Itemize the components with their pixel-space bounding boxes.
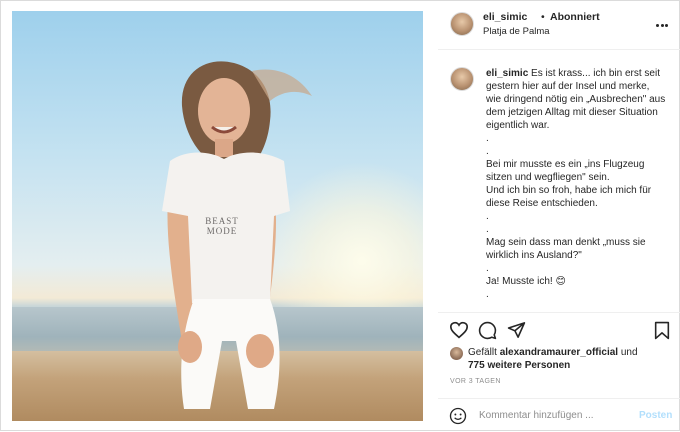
- shirt-print: BEAST MODE: [205, 216, 239, 236]
- caption-section: eli_simic Es ist krass... ich bin erst s…: [438, 50, 680, 312]
- bookmark-icon[interactable]: [654, 321, 670, 340]
- instagram-post: BEAST MODE eli_simic • Abonniert Platja …: [0, 0, 680, 431]
- caption-line: .: [486, 211, 489, 222]
- liker-avatar[interactable]: [450, 347, 463, 360]
- likes-connector: und: [620, 347, 638, 358]
- post-header: eli_simic • Abonniert Platja de Palma: [438, 1, 680, 50]
- separator-dot: •: [541, 11, 545, 23]
- caption-line: Mag sein dass man denkt „muss sie wirkli…: [486, 237, 646, 261]
- comment-icon[interactable]: [478, 321, 497, 340]
- comment-bar: Kommentar hinzufügen ... Posten: [438, 398, 680, 432]
- post-photo[interactable]: BEAST MODE: [12, 11, 423, 421]
- liker-username[interactable]: alexandramaurer_official: [500, 347, 618, 358]
- caption-line: Und ich bin so froh, habe ich mich für d…: [486, 185, 652, 209]
- likes-line-1: Gefällt alexandramaurer_official und: [468, 346, 638, 359]
- caption-line: .: [486, 224, 489, 235]
- caption-text: eli_simic Es ist krass... ich bin erst s…: [486, 67, 666, 301]
- caption-username[interactable]: eli_simic: [486, 68, 528, 79]
- heart-icon[interactable]: [449, 321, 469, 339]
- avatar[interactable]: [450, 12, 474, 36]
- post-timestamp[interactable]: VOR 3 TAGEN: [450, 378, 501, 385]
- action-bar: Gefällt alexandramaurer_official und 775…: [438, 312, 680, 403]
- post-comment-button[interactable]: Posten: [639, 410, 672, 421]
- emoji-icon[interactable]: [449, 407, 467, 425]
- caption-avatar[interactable]: [450, 67, 474, 91]
- likes-prefix: Gefällt: [468, 347, 497, 358]
- caption-line: Bei mir musste es ein „ins Flugzeug sitz…: [486, 159, 645, 183]
- header-username[interactable]: eli_simic: [483, 11, 527, 23]
- likes-others[interactable]: 775 weitere Personen: [468, 359, 570, 372]
- comment-input[interactable]: Kommentar hinzufügen ...: [479, 410, 594, 421]
- caption-line: .: [486, 146, 489, 157]
- location-link[interactable]: Platja de Palma: [483, 26, 550, 37]
- more-options-icon[interactable]: [656, 14, 672, 28]
- follow-status[interactable]: Abonniert: [550, 11, 600, 23]
- caption-line: .: [486, 263, 489, 274]
- share-icon[interactable]: [507, 321, 526, 339]
- caption-line: .: [486, 133, 489, 144]
- caption-line: .: [486, 289, 489, 300]
- caption-line: Ja! Musste ich! 😊: [486, 276, 566, 287]
